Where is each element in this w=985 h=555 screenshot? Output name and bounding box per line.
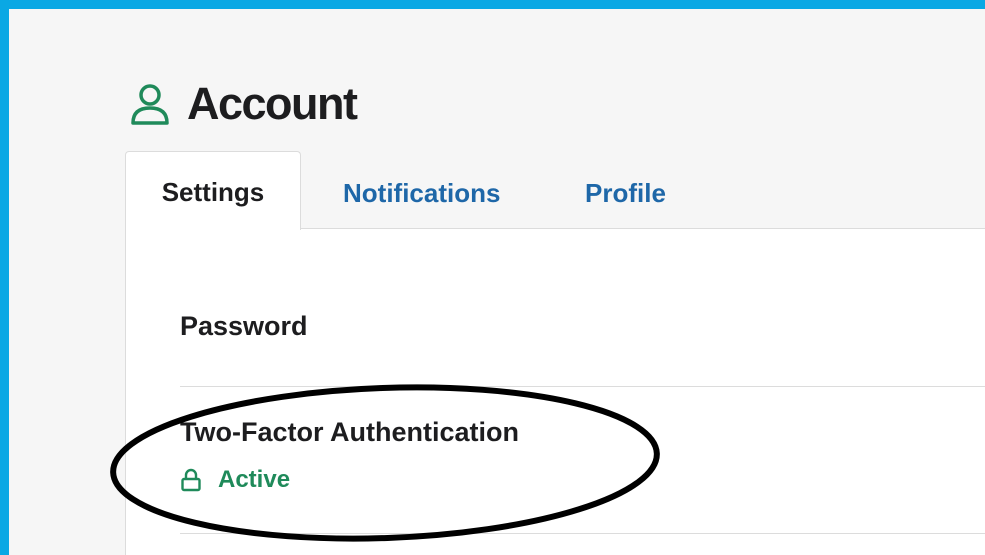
tab-profile[interactable]: Profile bbox=[585, 173, 666, 213]
tab-notifications[interactable]: Notifications bbox=[343, 173, 500, 213]
row-divider bbox=[180, 386, 985, 387]
password-row[interactable]: Password bbox=[180, 311, 985, 342]
account-page: Account Settings Notifications Profile P… bbox=[9, 9, 985, 555]
row-divider bbox=[180, 533, 985, 534]
settings-panel: Password Two-Factor Authentication Activ… bbox=[125, 229, 985, 555]
two-factor-status: Active bbox=[180, 466, 985, 494]
two-factor-status-label: Active bbox=[218, 466, 291, 493]
two-factor-title: Two-Factor Authentication bbox=[180, 417, 519, 447]
lock-icon bbox=[180, 468, 202, 492]
user-icon bbox=[127, 81, 173, 127]
tab-bar: Settings Notifications Profile bbox=[125, 151, 985, 230]
page-header: Account bbox=[127, 74, 358, 134]
tab-settings[interactable]: Settings bbox=[125, 151, 301, 230]
page-title: Account bbox=[187, 78, 358, 129]
password-title: Password bbox=[180, 311, 308, 341]
two-factor-row[interactable]: Two-Factor Authentication Active bbox=[180, 417, 985, 494]
